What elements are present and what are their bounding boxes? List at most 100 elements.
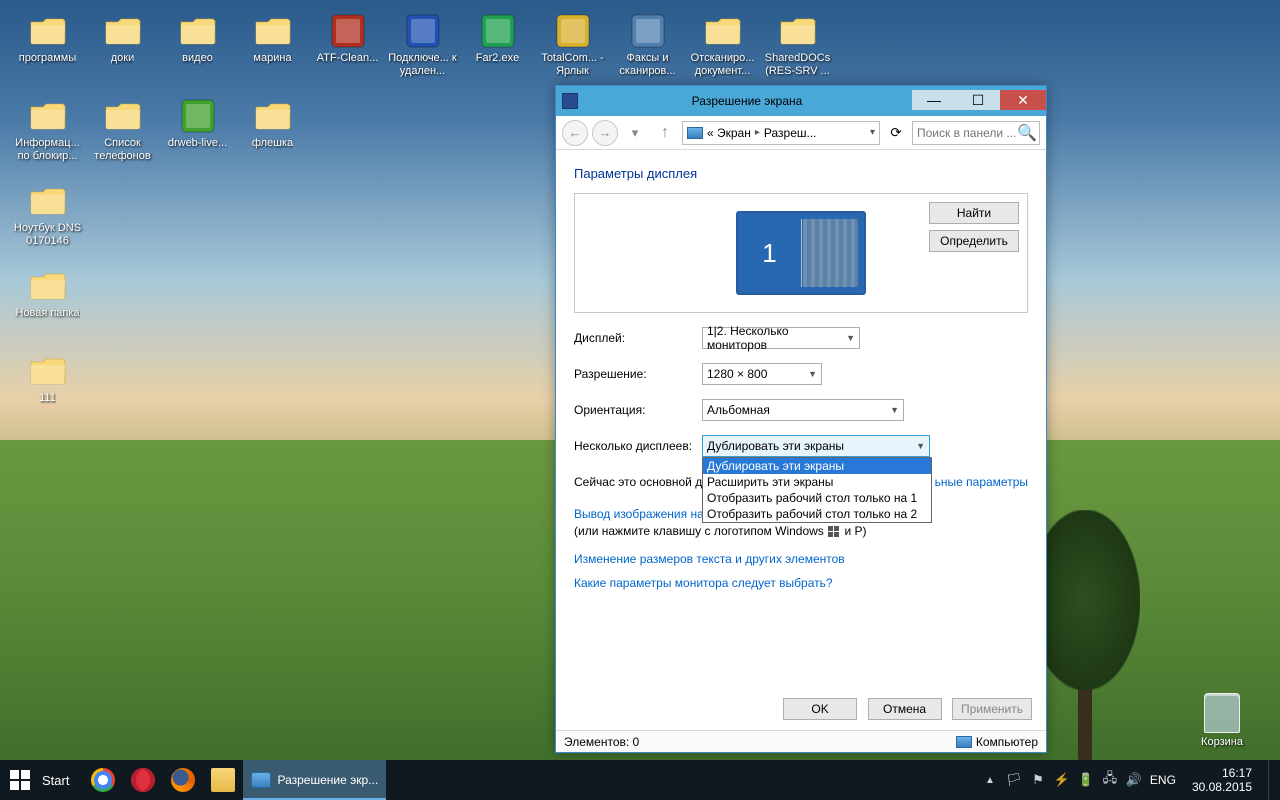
- main-display-text: Сейчас это основной д: [574, 475, 702, 489]
- desktop-icon[interactable]: Отсканиро... документ...: [685, 10, 760, 92]
- computer-icon: [956, 736, 972, 748]
- folder-icon: [27, 182, 69, 220]
- desktop-icon[interactable]: Факсы и сканиров...: [610, 10, 685, 92]
- address-bar[interactable]: « Экран ▸ Разреш... ▾: [682, 121, 880, 145]
- multi-display-option[interactable]: Дублировать эти экраны: [703, 458, 931, 474]
- desktop-icon-label: Список телефонов: [87, 137, 159, 163]
- desktop-icon[interactable]: TotalCom... - Ярлык: [535, 10, 610, 92]
- orientation-select[interactable]: Альбомная▼: [702, 399, 904, 421]
- resolution-select[interactable]: 1280 × 800▼: [702, 363, 822, 385]
- maximize-button[interactable]: ☐: [956, 90, 1000, 110]
- taskbar-firefox[interactable]: [163, 760, 203, 800]
- fax-icon: [627, 12, 669, 50]
- tray-flag-icon[interactable]: 🏳: [1006, 772, 1022, 788]
- tray-action-center-icon[interactable]: ⚑: [1030, 772, 1046, 788]
- cancel-button[interactable]: Отмена: [868, 698, 942, 720]
- multi-display-option[interactable]: Отобразить рабочий стол только на 1: [703, 490, 931, 506]
- minimize-button[interactable]: —: [912, 90, 956, 110]
- desktop-icon-label: Информац... по блокир...: [12, 137, 84, 163]
- recycle-bin[interactable]: Корзина: [1192, 693, 1252, 748]
- tray-clock[interactable]: 16:17 30.08.2015: [1184, 766, 1260, 794]
- search-box[interactable]: 🔍: [912, 121, 1040, 145]
- monitor-preview[interactable]: 1 2: [736, 211, 866, 295]
- wallpaper-tree: [1030, 500, 1150, 760]
- taskbar-opera[interactable]: [123, 760, 163, 800]
- panel-title: Параметры дисплея: [574, 166, 1028, 181]
- multi-display-option[interactable]: Расширить эти экраны: [703, 474, 931, 490]
- start-label: Start: [42, 773, 69, 788]
- close-button[interactable]: ✕: [1000, 90, 1046, 110]
- titlebar[interactable]: Разрешение экрана — ☐ ✕: [556, 86, 1046, 116]
- tray-battery-icon[interactable]: 🔋: [1078, 772, 1094, 788]
- taskbar-chrome[interactable]: [83, 760, 123, 800]
- address-dropdown-icon[interactable]: ▾: [870, 127, 875, 138]
- multi-display-select[interactable]: Дублировать эти экраны▼ Дублировать эти …: [702, 435, 930, 457]
- desktop-icon-label: TotalCom... - Ярлык: [537, 52, 609, 78]
- start-button[interactable]: [0, 760, 40, 800]
- recycle-bin-label: Корзина: [1192, 736, 1252, 748]
- resolution-window: Разрешение экрана — ☐ ✕ ← → ▾ ↑ « Экран …: [555, 85, 1047, 753]
- tray-language[interactable]: ENG: [1150, 773, 1176, 787]
- folder-icon: [252, 12, 294, 50]
- tc-icon: [552, 12, 594, 50]
- desktop-icon[interactable]: SharedDOCs (RES-SRV ...: [760, 10, 835, 92]
- chevron-down-icon: ▼: [916, 441, 925, 451]
- tray-volume-icon[interactable]: 🔊: [1126, 772, 1142, 788]
- desktop-icon[interactable]: Список телефонов: [85, 95, 160, 177]
- desktop-icon[interactable]: Новая папка: [10, 265, 85, 347]
- apply-button[interactable]: Применить: [952, 698, 1032, 720]
- up-button[interactable]: ↑: [652, 120, 678, 146]
- ok-button[interactable]: OK: [783, 698, 857, 720]
- desktop-icon[interactable]: drweb-live...: [160, 95, 235, 177]
- desktop-icon[interactable]: 111: [10, 350, 85, 432]
- recent-locations-button[interactable]: ▾: [622, 120, 648, 146]
- tray-overflow-button[interactable]: ▲: [982, 772, 998, 788]
- desktop-icon[interactable]: Far2.exe: [460, 10, 535, 92]
- desktop-icon-label: Far2.exe: [476, 52, 519, 65]
- advanced-settings-link[interactable]: ьные параметры: [935, 475, 1028, 489]
- detect-button[interactable]: Определить: [929, 230, 1019, 252]
- chevron-down-icon: ▼: [890, 405, 899, 415]
- back-button[interactable]: ←: [562, 120, 588, 146]
- drweb-icon: [177, 97, 219, 135]
- desktop-icon[interactable]: ATF-Clean...: [310, 10, 385, 92]
- tray-power-icon[interactable]: ⚡: [1054, 772, 1070, 788]
- taskbar-explorer[interactable]: [203, 760, 243, 800]
- chevron-down-icon: ▼: [808, 369, 817, 379]
- firefox-icon: [171, 768, 195, 792]
- desktop-icon[interactable]: Подключе... к удален...: [385, 10, 460, 92]
- breadcrumb-part-2[interactable]: Разреш...: [764, 126, 817, 140]
- desktop-icon-label: доки: [111, 52, 135, 65]
- desktop-icon[interactable]: флешка: [235, 95, 310, 177]
- projector-link[interactable]: Вывод изображения на: [574, 507, 704, 521]
- recycle-bin-icon: [1204, 693, 1240, 733]
- navbar: ← → ▾ ↑ « Экран ▸ Разреш... ▾ ⟳ 🔍: [556, 116, 1046, 150]
- search-input[interactable]: [917, 126, 1017, 140]
- desktop-icon[interactable]: Информац... по блокир...: [10, 95, 85, 177]
- breadcrumb-part-1[interactable]: « Экран: [707, 126, 751, 140]
- desktop-icon[interactable]: марина: [235, 10, 310, 92]
- status-computer: Компьютер: [976, 735, 1038, 749]
- search-icon: 🔍: [1017, 123, 1037, 143]
- desktop-icon[interactable]: доки: [85, 10, 160, 92]
- tray-network-icon[interactable]: 🖧: [1102, 772, 1118, 788]
- folder-icon: [27, 12, 69, 50]
- folder-icon: [777, 12, 819, 50]
- forward-button[interactable]: →: [592, 120, 618, 146]
- refresh-button[interactable]: ⟳: [884, 121, 908, 145]
- status-bar: Элементов: 0 Компьютер: [556, 730, 1046, 752]
- display-select[interactable]: 1|2. Несколько мониторов▼: [702, 327, 860, 349]
- folder-icon: [177, 12, 219, 50]
- taskbar-active-window[interactable]: Разрешение экр...: [243, 760, 386, 800]
- resize-text-link[interactable]: Изменение размеров текста и других элеме…: [574, 552, 845, 566]
- show-desktop-button[interactable]: [1268, 760, 1276, 800]
- desktop-icon[interactable]: программы: [10, 10, 85, 92]
- desktop-icon[interactable]: Ноутбук DNS 0170146: [10, 180, 85, 262]
- folder-icon: [252, 97, 294, 135]
- status-items-count: Элементов: 0: [564, 735, 639, 749]
- which-settings-link[interactable]: Какие параметры монитора следует выбрать…: [574, 576, 833, 590]
- find-button[interactable]: Найти: [929, 202, 1019, 224]
- desktop-icon-label: марина: [253, 52, 291, 65]
- desktop-icon[interactable]: видео: [160, 10, 235, 92]
- multi-display-option[interactable]: Отобразить рабочий стол только на 2: [703, 506, 931, 522]
